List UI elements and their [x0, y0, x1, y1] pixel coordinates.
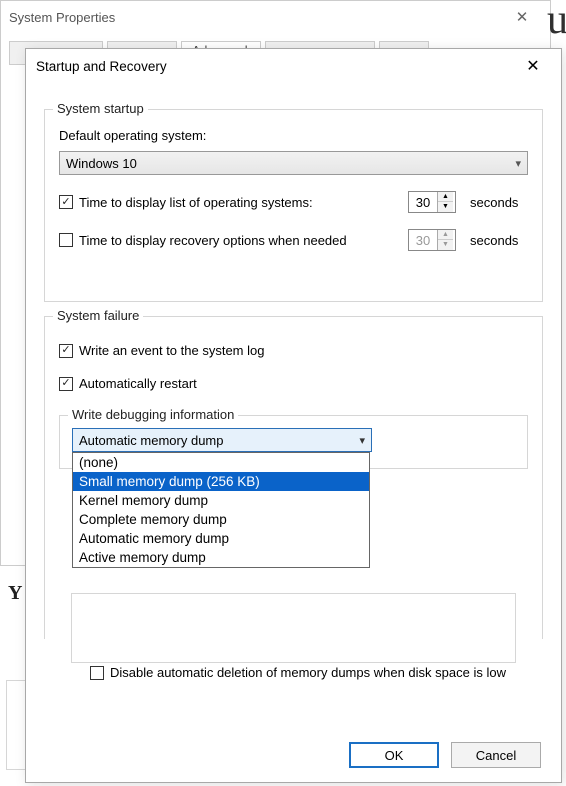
recovery-seconds-input — [409, 232, 437, 249]
display-list-seconds-spinner[interactable]: ▲ ▼ — [408, 191, 456, 213]
chevron-down-icon: ▾ — [515, 157, 521, 170]
system-startup-label: System startup — [53, 101, 148, 116]
spin-down-icon[interactable]: ▼ — [438, 202, 453, 212]
close-icon[interactable]: ✕ — [515, 56, 551, 76]
ok-button[interactable]: OK — [349, 742, 439, 768]
combo-option[interactable]: Small memory dump (256 KB) — [73, 472, 369, 491]
debug-info-label: Write debugging information — [68, 407, 238, 422]
default-os-label: Default operating system: — [59, 128, 528, 143]
combo-option[interactable]: Active memory dump — [73, 548, 369, 567]
debug-info-group: Write debugging information Automatic me… — [59, 415, 528, 469]
seconds-unit: seconds — [470, 233, 528, 248]
recovery-options-checkbox[interactable] — [59, 233, 73, 247]
spin-up-icon[interactable]: ▲ — [438, 192, 453, 202]
chevron-down-icon: ▾ — [359, 434, 365, 447]
combo-option[interactable]: (none) — [73, 453, 369, 472]
default-os-value: Windows 10 — [66, 156, 137, 171]
back-titlebar: System Properties ✕ — [1, 1, 550, 33]
debug-info-combo[interactable]: Automatic memory dump ▾ — [72, 428, 372, 452]
back-window-title: System Properties — [9, 10, 502, 25]
disable-auto-delete-row: Disable automatic deletion of memory dum… — [90, 665, 535, 680]
default-os-select[interactable]: Windows 10 ▾ — [59, 151, 528, 175]
system-failure-group: System failure Write an event to the sys… — [44, 316, 543, 639]
combo-option[interactable]: Automatic memory dump — [73, 529, 369, 548]
hidden-group-border — [71, 593, 516, 663]
cancel-button[interactable]: Cancel — [451, 742, 541, 768]
startup-recovery-dialog: Startup and Recovery ✕ System startup De… — [25, 48, 562, 783]
disable-auto-delete-checkbox[interactable] — [90, 666, 104, 680]
spin-up-icon: ▲ — [438, 230, 453, 240]
write-event-label: Write an event to the system log — [79, 343, 264, 358]
combo-option[interactable]: Kernel memory dump — [73, 491, 369, 510]
recovery-seconds-spinner: ▲ ▼ — [408, 229, 456, 251]
dialog-titlebar: Startup and Recovery ✕ — [26, 49, 561, 83]
dialog-button-row: OK Cancel — [349, 742, 541, 768]
close-icon[interactable]: ✕ — [502, 8, 542, 26]
dialog-title: Startup and Recovery — [36, 59, 515, 74]
background-glyph-u: u — [547, 0, 566, 44]
display-list-label: Time to display list of operating system… — [79, 195, 402, 210]
background-glyph-y: Y — [8, 582, 22, 605]
combo-option[interactable]: Complete memory dump — [73, 510, 369, 529]
seconds-unit: seconds — [470, 195, 528, 210]
write-event-checkbox[interactable] — [59, 344, 73, 358]
system-failure-label: System failure — [53, 308, 143, 323]
display-list-seconds-input[interactable] — [409, 194, 437, 211]
display-list-checkbox[interactable] — [59, 195, 73, 209]
disable-auto-delete-label: Disable automatic deletion of memory dum… — [110, 665, 506, 680]
debug-info-combo-list[interactable]: (none)Small memory dump (256 KB)Kernel m… — [72, 452, 370, 568]
auto-restart-label: Automatically restart — [79, 376, 197, 391]
debug-info-combo-value: Automatic memory dump — [79, 433, 224, 448]
auto-restart-checkbox[interactable] — [59, 377, 73, 391]
spin-down-icon: ▼ — [438, 240, 453, 250]
recovery-options-label: Time to display recovery options when ne… — [79, 233, 402, 248]
system-startup-group: System startup Default operating system:… — [44, 109, 543, 302]
